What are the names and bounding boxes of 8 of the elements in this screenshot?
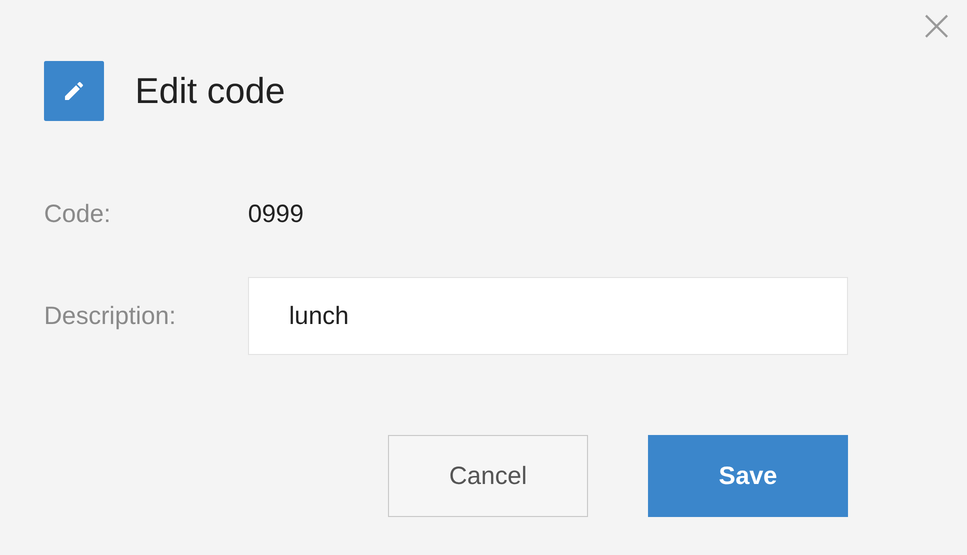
field-label: Code: xyxy=(44,200,112,228)
code-value: 0999 xyxy=(248,200,304,228)
dialog-title: Edit code xyxy=(135,70,286,112)
description-field[interactable]: lunch xyxy=(248,277,848,355)
pencil-icon xyxy=(44,61,104,121)
cancel-button[interactable]: Cancel xyxy=(388,435,588,517)
field-label: Description: xyxy=(44,302,177,330)
save-button[interactable]: Save xyxy=(648,435,848,517)
